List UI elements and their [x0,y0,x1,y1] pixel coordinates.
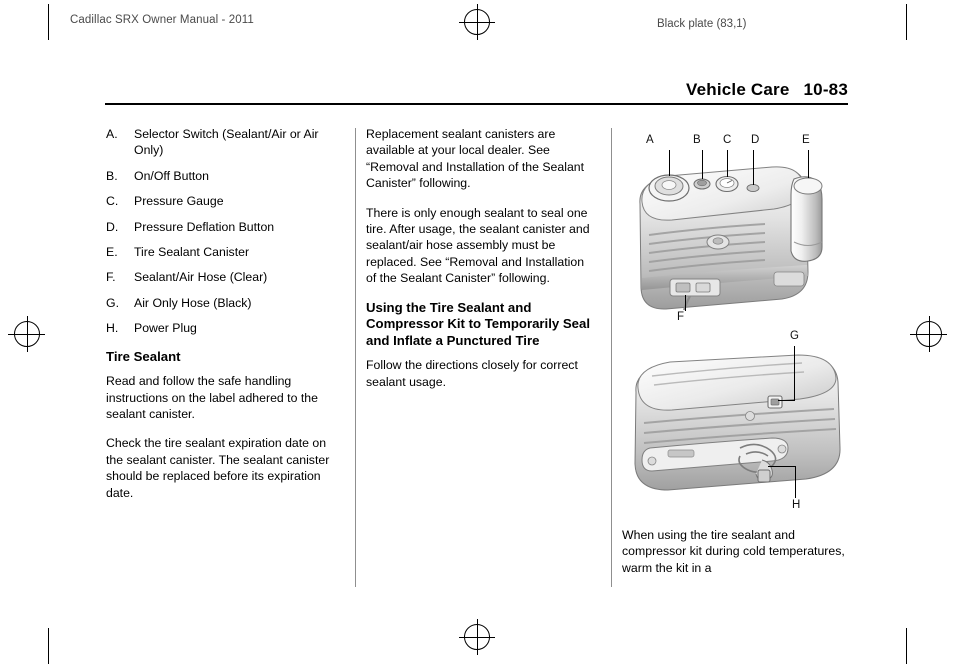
leader-line-d [753,150,754,185]
crop-mark-top-left [48,4,49,40]
figure-label-c: C [723,134,732,146]
figure-label-e: E [802,134,810,146]
callout-key: D. [106,219,119,234]
figure-compressor-kit-rear: G H [622,330,852,518]
figure-label-f: F [677,311,685,323]
leader-line-g-horizontal [778,400,795,401]
registration-mark-bottom [459,619,495,655]
list-item: D. Pressure Deflation Button [106,219,338,235]
compressor-kit-front-illustration [639,166,823,311]
list-item: G. Air Only Hose (Black) [106,295,338,311]
callout-key: C. [106,194,119,209]
manual-title: Cadillac SRX Owner Manual - 2011 [70,14,254,26]
leader-line-b [702,150,703,179]
list-item: A. Selector Switch (Sealant/Air or Air O… [106,126,338,159]
follow-directions-paragraph: Follow the directions closely for correc… [366,358,578,389]
registration-mark-right [911,316,947,352]
leader-line-g [794,346,795,400]
list-item: E. Tire Sealant Canister [106,244,338,260]
column-1: A. Selector Switch (Sealant/Air or Air O… [106,126,338,514]
leader-line-h-horizontal [768,466,796,467]
callout-value: Power Plug [134,321,197,336]
figure-label-d: D [751,134,760,146]
crop-mark-bottom-left [48,628,49,664]
leader-line-f [685,295,686,311]
callout-key: B. [106,168,118,183]
using-kit-heading: Using the Tire Sealant and Compressor Ki… [366,299,590,348]
registration-mark-left [9,316,45,352]
callout-value: Selector Switch (Sealant/Air or Air Only… [134,127,319,158]
list-item: H. Power Plug [106,320,338,336]
callout-key: E. [106,245,118,260]
black-plate-label: Black plate (83,1) [657,18,747,30]
callout-value: Sealant/Air Hose (Clear) [134,270,268,285]
callout-key: H. [106,321,119,336]
leader-line-h [795,466,796,498]
page-number: 10-83 [803,80,848,99]
registration-mark-top [459,4,495,40]
compressor-kit-rear-illustration [634,354,841,491]
callout-legend-list: A. Selector Switch (Sealant/Air or Air O… [106,126,338,337]
callout-value: Tire Sealant Canister [134,245,250,260]
leader-line-e [808,150,809,178]
figure-label-a: A [646,134,654,146]
column-divider-2 [611,128,612,587]
callout-value: Pressure Deflation Button [134,219,275,234]
crop-mark-top-right [906,4,907,40]
leader-line-a [669,150,670,176]
header-rule [105,103,848,105]
tire-sealant-paragraph-2: Check the tire sealant expiration date o… [106,436,330,500]
leader-line-c [727,150,728,177]
crop-mark-bottom-right [906,628,907,664]
list-item: F. Sealant/Air Hose (Clear) [106,269,338,285]
section-title: Vehicle Care [685,80,790,99]
callout-key: G. [106,295,119,310]
figure-caption-paragraph: When using the tire sealant and compress… [622,528,845,575]
figure-compressor-kit-front: A B C D E F [622,132,852,327]
list-item: B. On/Off Button [106,168,338,184]
replacement-canister-paragraph: Replacement sealant canisters are availa… [366,127,585,191]
tire-sealant-paragraph-1: Read and follow the safe handling instru… [106,374,318,422]
callout-value: On/Off Button [134,168,209,183]
page-header: Vehicle Care 10-83 [686,80,848,100]
callout-value: Pressure Gauge [134,194,224,209]
callout-key: A. [106,127,118,141]
figure-label-h: H [792,499,801,511]
column-divider-1 [355,128,356,587]
callout-value: Air Only Hose (Black) [134,295,252,310]
column-2: Replacement sealant canisters are availa… [366,126,591,403]
sealant-usage-paragraph: There is only enough sealant to seal one… [366,205,590,286]
figure-label-g: G [790,330,799,342]
figure-label-b: B [693,134,701,146]
list-item: C. Pressure Gauge [106,193,338,209]
callout-key: F. [106,270,116,285]
tire-sealant-heading: Tire Sealant [106,348,181,364]
